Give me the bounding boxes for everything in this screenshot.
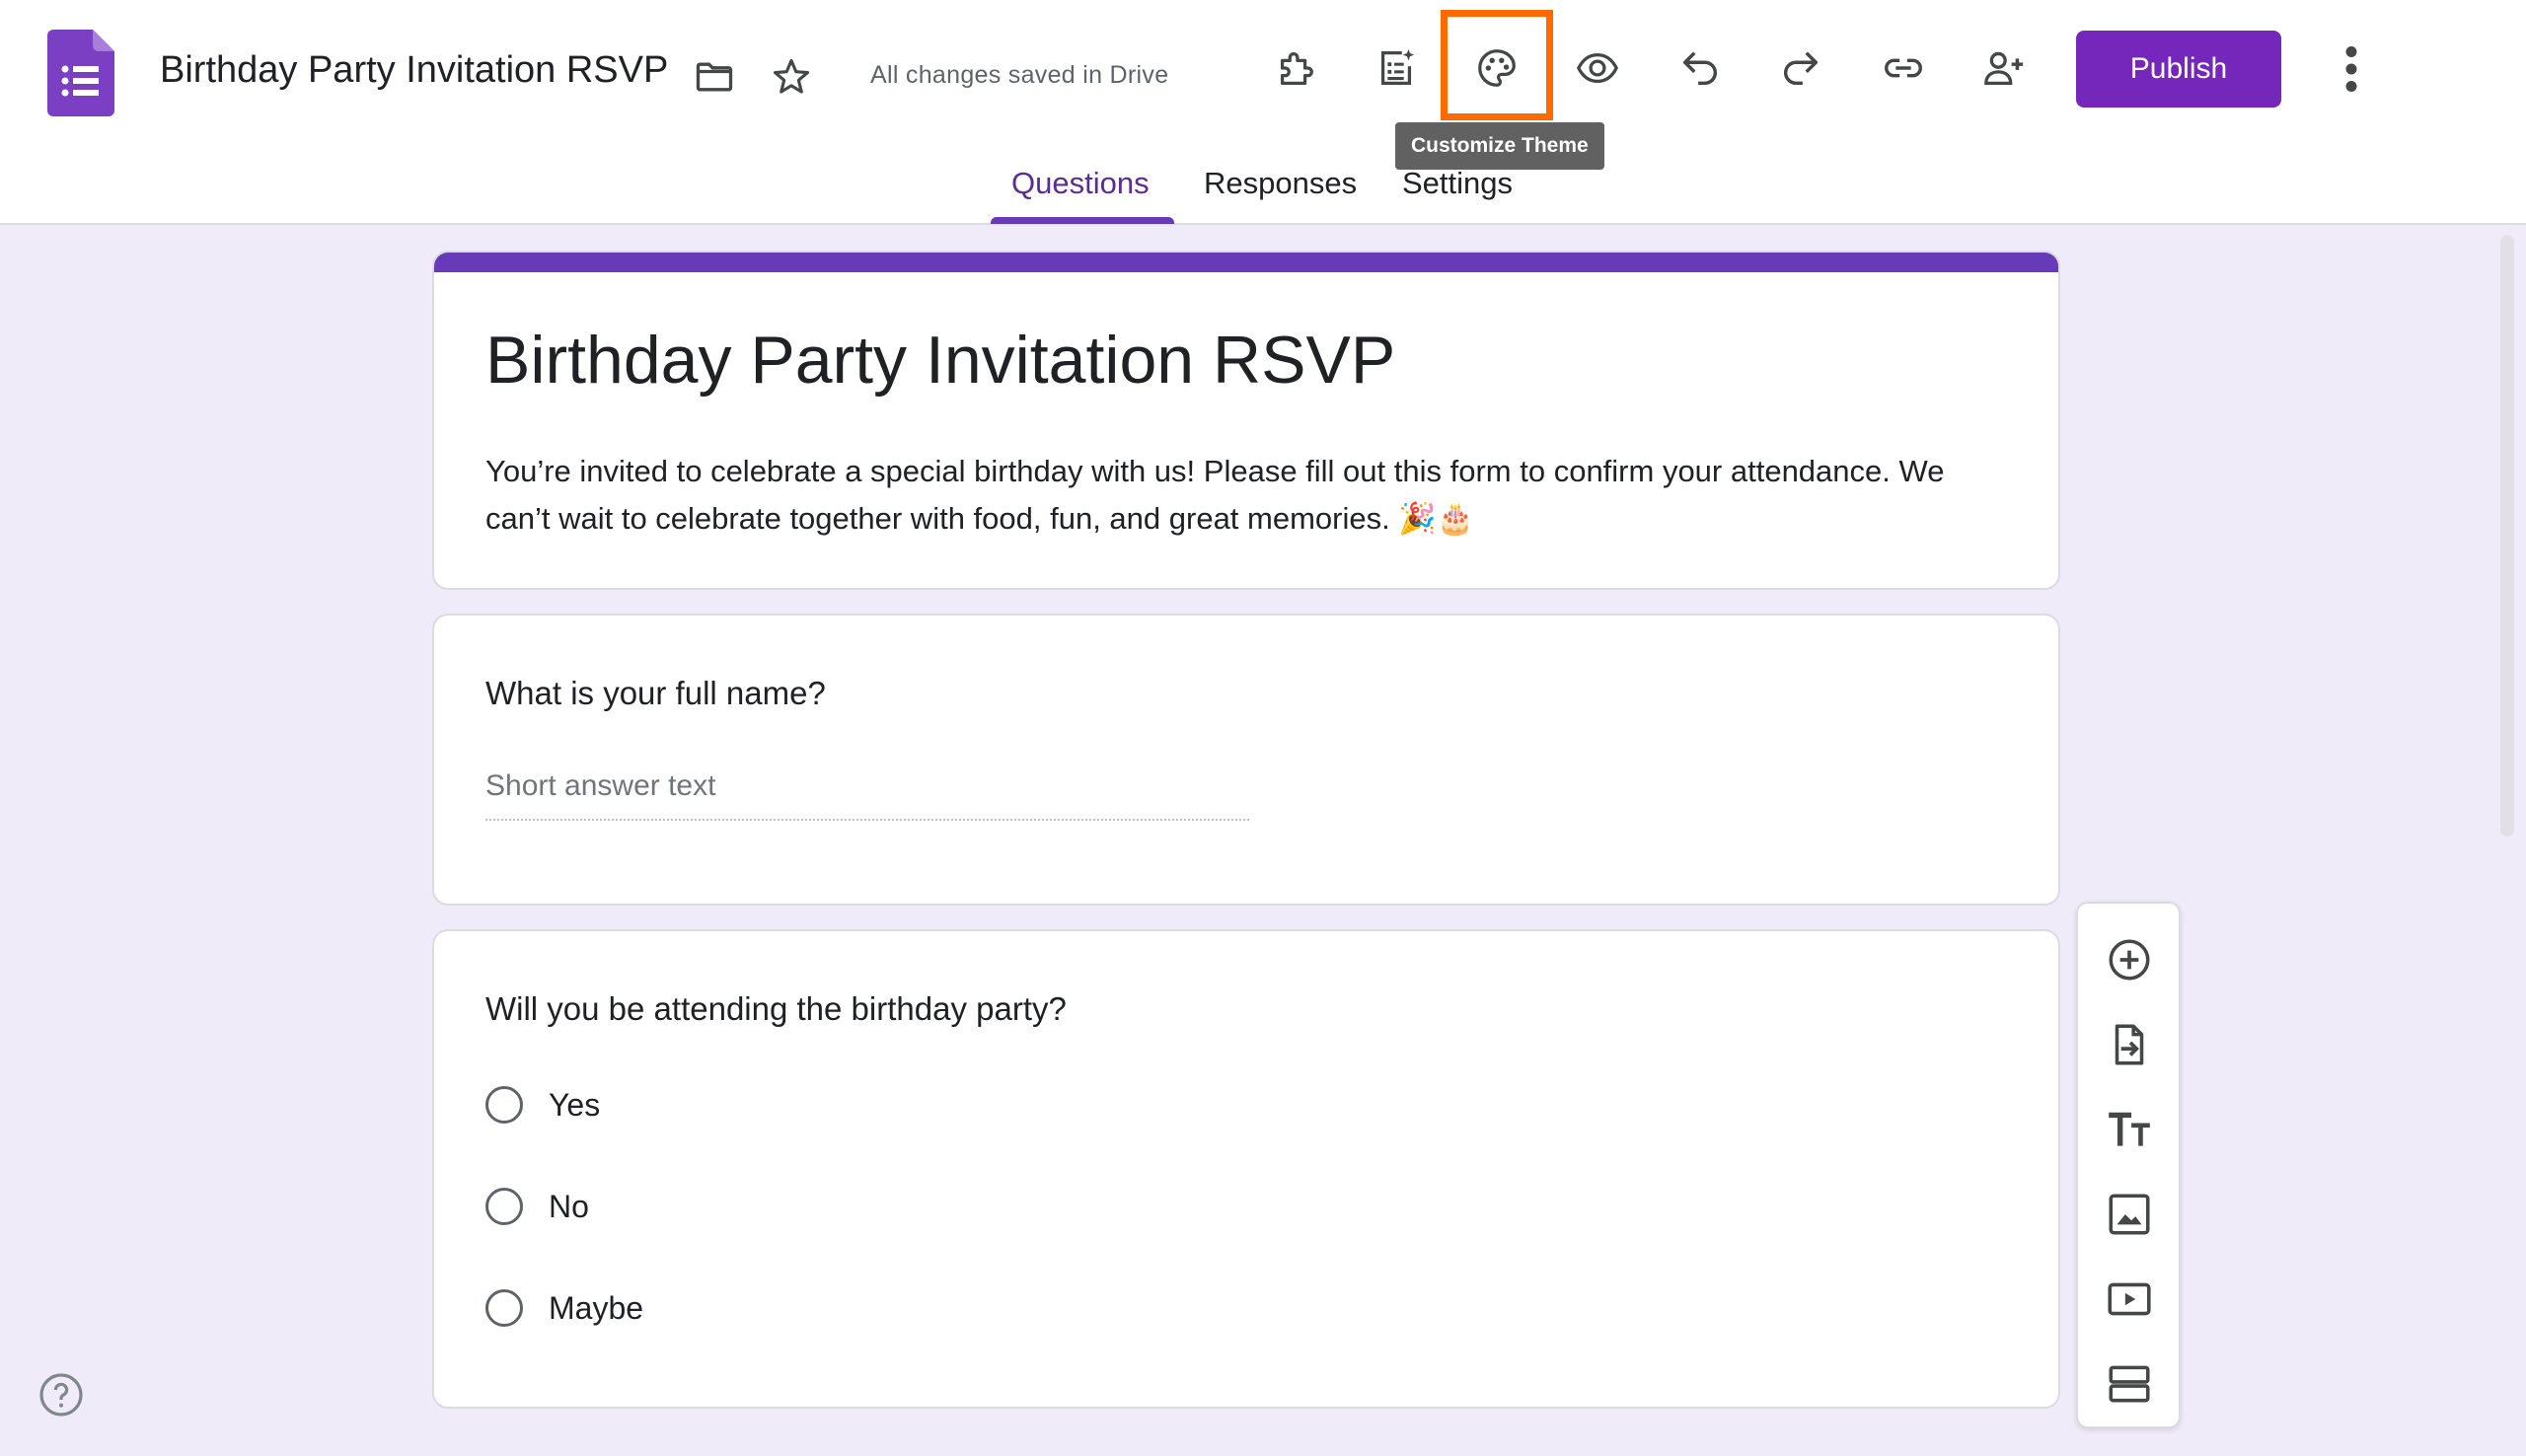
active-tab-indicator [991,217,1174,224]
floating-toolbar [2076,902,2181,1428]
radio-button[interactable] [485,1086,523,1124]
link-icon [1885,58,1922,78]
question-title[interactable]: Will you be attending the birthday party… [485,990,1067,1028]
ai-quiz-button[interactable] [1364,36,1429,101]
top-app-bar: Birthday Party Invitation RSVP All chang… [0,0,2526,225]
add-person-icon [1984,51,2024,85]
question-title[interactable]: What is your full name? [485,675,826,712]
help-icon[interactable] [37,1371,85,1419]
save-status: All changes saved in Drive [870,61,1169,89]
scrollbar[interactable] [2500,235,2514,837]
addons-button[interactable] [1263,36,1328,101]
add-video-button[interactable] [2095,1265,2164,1334]
option-label: Yes [549,1086,601,1123]
more-vert-icon[interactable] [2327,39,2376,99]
add-image-button[interactable] [2095,1180,2164,1249]
star-icon[interactable] [770,55,813,99]
add-question-button[interactable] [2095,925,2164,994]
undo-icon [1682,51,1717,86]
publish-button[interactable]: Publish [2076,31,2281,108]
customize-theme-button[interactable] [1464,36,1529,101]
palette-icon [1478,49,1516,87]
question-card[interactable]: What is your full name? Short answer tex… [432,614,2060,906]
tab-settings[interactable]: Settings [1402,166,1513,201]
document-title[interactable]: Birthday Party Invitation RSVP [160,49,668,92]
folder-icon[interactable] [693,55,736,99]
option-label: Maybe [549,1289,644,1326]
add-video-icon [2108,1282,2151,1316]
radio-button[interactable] [485,1289,523,1327]
preview-button[interactable] [1565,36,1630,101]
form-header-card[interactable]: Birthday Party Invitation RSVP You’re in… [432,251,2060,590]
copy-link-button[interactable] [1871,36,1936,101]
radio-option[interactable]: Maybe [485,1286,643,1330]
puzzle-icon [1280,52,1313,85]
tab-responses[interactable]: Responses [1204,166,1357,201]
undo-button[interactable] [1668,36,1733,101]
forms-logo-icon[interactable] [47,30,114,116]
add-collaborators-button[interactable] [1971,36,2037,101]
redo-icon [1784,51,1819,86]
radio-option[interactable]: No [485,1185,589,1228]
add-section-icon [2109,1365,2150,1403]
option-label: No [549,1188,589,1224]
tab-questions[interactable]: Questions [1011,166,1150,201]
add-image-icon [2109,1194,2150,1235]
add-question-icon [2109,939,2150,981]
theme-color-bar [434,253,2058,272]
ai-quiz-icon [1380,48,1415,85]
question-card[interactable]: Will you be attending the birthday party… [432,929,2060,1409]
radio-option[interactable]: Yes [485,1083,600,1127]
customize-theme-tooltip: Customize Theme [1395,122,1604,170]
add-title-button[interactable] [2095,1095,2164,1164]
import-questions-button[interactable] [2095,1010,2164,1079]
redo-button[interactable] [1768,36,1833,101]
eye-icon [1577,52,1618,84]
add-section-button[interactable] [2095,1349,2164,1419]
radio-button[interactable] [485,1188,523,1225]
import-questions-icon [2115,1024,2144,1065]
form-description[interactable]: You’re invited to celebrate a special bi… [485,448,2005,543]
form-title[interactable]: Birthday Party Invitation RSVP [485,322,1395,399]
short-answer-field: Short answer text [485,769,1249,821]
add-title-icon [2109,1112,2150,1146]
